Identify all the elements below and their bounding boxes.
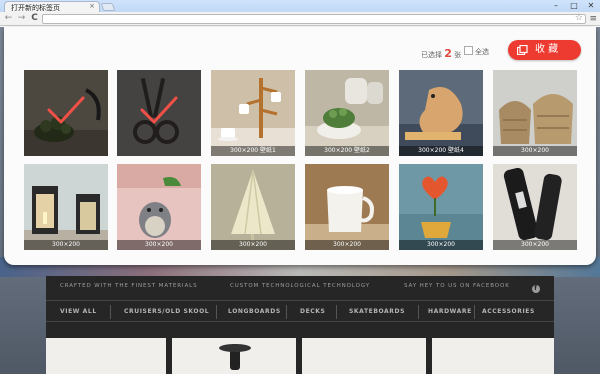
new-tab-button[interactable] [100,3,116,11]
tagline-facebook[interactable]: SAY HEY TO US ON FACEBOOK [404,280,510,292]
address-bar[interactable]: ☆ [42,13,586,24]
tab-title: 打开新的标签页 [11,4,60,12]
browser-menu-icon[interactable]: ≡ [589,14,597,24]
browser-tab[interactable]: 打开新的标签页 × [4,1,100,12]
image-tile-lanterns[interactable]: 300×200 [24,164,108,250]
image-caption: 300×200 [117,240,201,250]
close-window-button[interactable]: ✕ [583,0,599,11]
image-tile-totoro[interactable]: 300×200 [117,164,201,250]
browser-titlebar: 打开新的标签页 × – □ ✕ [0,0,600,12]
image-tile-black-umbrella[interactable]: 300×200 [493,164,577,250]
browser-toolbar: ← → C ☆ ≡ [0,12,600,26]
image-caption: 300×200 壁纸2 [305,146,389,156]
nav-view-all[interactable]: VIEW ALL [60,301,97,323]
lanterns-image [24,164,108,250]
image-caption: 300×200 [24,240,108,250]
product-card[interactable] [302,338,426,374]
umbrella-image [211,164,295,250]
product-card[interactable] [172,338,296,374]
mug-tree-image [211,70,295,156]
nav-divider [110,305,111,319]
selected-check-icon [140,96,178,124]
image-caption: 300×200 壁纸1 [211,146,295,156]
black-umbrella-image [493,164,577,250]
image-caption: 300×200 壁纸4 [399,146,483,156]
image-collect-panel: 已选择 2 张 全选 收 藏 300×200 壁纸1 300×200 壁纸2 3… [4,27,596,265]
wicker-baskets-image [493,70,577,156]
selected-count-text: 已选择 2 张 [421,47,461,60]
back-button[interactable]: ← [3,13,14,24]
tagline-row: CRAFTED WITH THE FINEST MATERIALS CUSTOM… [46,280,554,293]
milk-glass-image [305,164,389,250]
nav-hardware[interactable]: HARDWARE [428,301,472,323]
nav-accessories[interactable]: ACCESSORIES [482,301,535,323]
product-card[interactable] [432,338,554,374]
image-tile-milk-glass[interactable]: 300×200 [305,164,389,250]
site-nav-menu: VIEW ALL CRUISERS/OLD SKOOL LONGBOARDS D… [46,300,554,322]
image-caption: 300×200 [211,240,295,250]
nav-divider [286,305,287,319]
image-caption: 300×200 [305,240,389,250]
facebook-icon[interactable]: f [532,285,540,293]
collect-icon [517,45,528,55]
nav-decks[interactable]: DECKS [300,301,325,323]
nav-divider [474,305,475,319]
nav-divider [336,305,337,319]
select-all-label[interactable]: 全选 [475,47,489,57]
forward-button[interactable]: → [16,13,27,24]
selected-check-icon [47,96,85,124]
image-tile-mug-tree[interactable]: 300×200 壁纸1 [211,70,295,156]
image-tile-wicker-baskets[interactable]: 300×200 [493,70,577,156]
restore-button[interactable]: □ [566,0,582,11]
skateboard-truck-image [219,344,251,370]
image-tile-potted-plant[interactable]: 300×200 壁纸2 [305,70,389,156]
collect-button-label: 收 藏 [535,44,559,55]
nav-divider [216,305,217,319]
totoro-image [117,164,201,250]
selected-suffix: 张 [454,51,462,59]
image-tile-umbrella[interactable]: 300×200 [211,164,295,250]
heart-plant-image [399,164,483,250]
wooden-bird-image [399,70,483,156]
image-tile-wooden-bird[interactable]: 300×200 壁纸4 [399,70,483,156]
product-card[interactable] [46,338,166,374]
nav-divider [418,305,419,319]
bookmark-star-icon[interactable]: ☆ [575,13,583,23]
selected-count: 2 [444,47,452,60]
image-tile-scissors[interactable] [117,70,201,156]
selected-prefix: 已选择 [421,51,442,59]
minimize-button[interactable]: – [548,0,564,11]
image-caption: 300×200 [493,240,577,250]
tagline-technology: CUSTOM TECHNOLOGICAL TECHNOLOGY [230,283,370,289]
potted-plant-image [305,70,389,156]
tab-close-icon[interactable]: × [89,2,95,10]
image-caption: 300×200 [399,240,483,250]
tagline-materials: CRAFTED WITH THE FINEST MATERIALS [60,283,198,289]
image-tile-succulent[interactable] [24,70,108,156]
nav-skateboards[interactable]: SKATEBOARDS [349,301,405,323]
select-all-checkbox[interactable] [464,46,473,55]
image-caption: 300×200 [493,146,577,156]
collect-button[interactable]: 收 藏 [508,40,581,60]
reload-button[interactable]: C [29,13,40,24]
image-tile-heart-plant[interactable]: 300×200 [399,164,483,250]
nav-cruisers[interactable]: CRUISERS/OLD SKOOL [124,301,209,323]
nav-longboards[interactable]: LONGBOARDS [228,301,281,323]
